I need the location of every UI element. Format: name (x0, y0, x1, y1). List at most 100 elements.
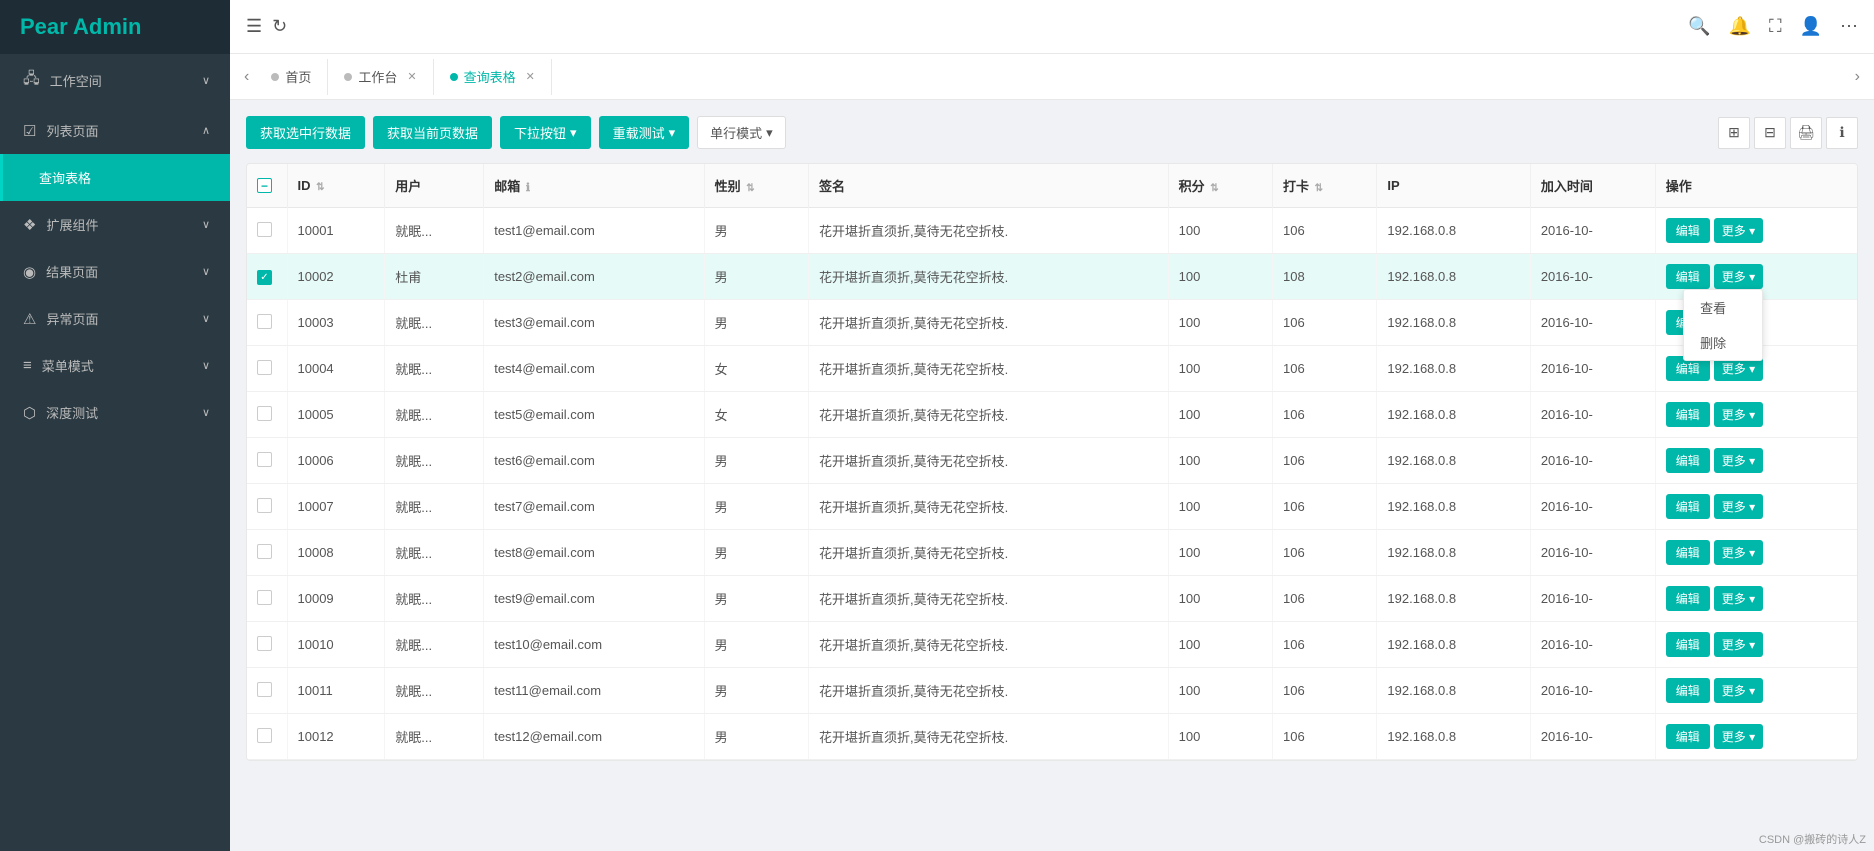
row-gender: 男 (704, 530, 808, 576)
more-button[interactable]: 更多 ▾ (1714, 540, 1763, 565)
get-current-button[interactable]: 获取当前页数据 (373, 116, 492, 149)
more-icon[interactable]: ⋯ (1840, 16, 1858, 37)
row-checkbox[interactable] (257, 544, 272, 559)
sidebar-item-workspace[interactable]: 🖧 工作空间 ∨ (0, 54, 230, 107)
row-checkbox[interactable] (257, 452, 272, 467)
row-email: test11@email.com (484, 668, 704, 714)
bell-icon[interactable]: 🔔 (1729, 16, 1751, 37)
tab-close-icon[interactable]: ✕ (526, 70, 535, 83)
row-email: test7@email.com (484, 484, 704, 530)
edit-button[interactable]: 编辑 (1666, 264, 1710, 289)
row-user: 就眠... (385, 714, 484, 760)
header: ☰ ↻ 🔍 🔔 ⛶ 👤 ⋯ (230, 0, 1874, 54)
more-button[interactable]: 更多 ▾ (1714, 632, 1763, 657)
table-row: 10001就眠...test1@email.com男花开堪折直须折,莫待无花空折… (247, 208, 1857, 254)
row-id: 10002 (287, 254, 385, 300)
select-all-checkbox[interactable]: − (257, 178, 272, 193)
sidebar-item-list-page[interactable]: ☑ 列表页面 ∧ (0, 107, 230, 154)
sidebar-item-deep-test[interactable]: ⬡ 深度测试 ∨ (0, 389, 230, 436)
more-button[interactable]: 更多 ▾ (1714, 218, 1763, 243)
more-button[interactable]: 更多 ▾ (1714, 494, 1763, 519)
sidebar-item-label: 查询表格 (39, 168, 91, 187)
edit-button[interactable]: 编辑 (1666, 540, 1710, 565)
row-gender: 男 (704, 438, 808, 484)
menu-toggle-icon[interactable]: ☰ (246, 16, 262, 37)
row-checkbox[interactable] (257, 590, 272, 605)
table: − ID ⇅ 用户 邮箱 ℹ 性别 ⇅ (247, 164, 1857, 760)
row-signature: 花开堪折直须折,莫待无花空折枝. (809, 438, 1169, 484)
row-email: test6@email.com (484, 438, 704, 484)
row-checkbox[interactable] (257, 222, 272, 237)
row-checkbox[interactable] (257, 360, 272, 375)
sidebar-item-query-table[interactable]: 查询表格 (0, 154, 230, 201)
tab-close-icon[interactable]: ✕ (407, 70, 416, 83)
more-button[interactable]: 更多 ▾ (1714, 402, 1763, 427)
row-checkbox[interactable] (257, 682, 272, 697)
row-action-cell: 编辑更多 ▾ (1655, 622, 1857, 668)
sidebar-item-error-page[interactable]: ⚠ 异常页面 ∨ (0, 295, 230, 342)
print-icon[interactable]: 🖨 (1790, 117, 1822, 149)
sort-icon[interactable]: ⇅ (1315, 183, 1323, 194)
dropdown-menu-item[interactable]: 删除 (1684, 325, 1762, 360)
sidebar-item-menu-mode[interactable]: ≡ 菜单模式 ∨ (0, 342, 230, 389)
workspace-icon: 🖧 (23, 68, 40, 93)
edit-button[interactable]: 编辑 (1666, 448, 1710, 473)
row-checkbox[interactable] (257, 728, 272, 743)
row-join-time: 2016-10- (1530, 714, 1655, 760)
info-icon[interactable]: ℹ (1826, 117, 1858, 149)
dropdown-menu-item[interactable]: 查看 (1684, 290, 1762, 325)
edit-button[interactable]: 编辑 (1666, 218, 1710, 243)
row-checkbox-cell (247, 346, 287, 392)
more-button[interactable]: 更多 ▾ (1714, 724, 1763, 749)
table-row: 10008就眠...test8@email.com男花开堪折直须折,莫待无花空折… (247, 530, 1857, 576)
row-user: 就眠... (385, 622, 484, 668)
grid-view-icon[interactable]: ⊞ (1718, 117, 1750, 149)
column-settings-icon[interactable]: ⊟ (1754, 117, 1786, 149)
edit-button[interactable]: 编辑 (1666, 632, 1710, 657)
row-score: 100 (1168, 668, 1272, 714)
mode-button[interactable]: 单行模式 ▾ (697, 116, 786, 149)
edit-button[interactable]: 编辑 (1666, 724, 1710, 749)
tab-query-table[interactable]: 查询表格 ✕ (434, 59, 552, 95)
tabs-next-button[interactable]: › (1849, 68, 1866, 86)
row-checkbox[interactable] (257, 406, 272, 421)
row-id: 10011 (287, 668, 385, 714)
header-checkbox-cell[interactable]: − (247, 164, 287, 208)
row-checkbox-cell (247, 484, 287, 530)
extension-icon: ❖ (23, 216, 36, 234)
reload-test-label: 重载测试 (613, 123, 665, 142)
sidebar-item-result-page[interactable]: ◉ 结果页面 ∨ (0, 248, 230, 295)
more-button[interactable]: 更多 ▾ (1714, 586, 1763, 611)
edit-button[interactable]: 编辑 (1666, 494, 1710, 519)
sort-icon[interactable]: ⇅ (746, 183, 754, 194)
search-icon[interactable]: 🔍 (1688, 16, 1710, 37)
reload-test-button[interactable]: 重载测试 ▾ (599, 116, 690, 149)
user-icon[interactable]: 👤 (1800, 16, 1822, 37)
tab-workspace[interactable]: 工作台 ✕ (328, 59, 433, 95)
row-checkbox[interactable] (257, 314, 272, 329)
more-button[interactable]: 更多 ▾ (1714, 678, 1763, 703)
edit-button[interactable]: 编辑 (1666, 678, 1710, 703)
dropdown-button[interactable]: 下拉按钮 ▾ (500, 116, 591, 149)
edit-button[interactable]: 编辑 (1666, 402, 1710, 427)
tab-dot (450, 73, 458, 81)
refresh-icon[interactable]: ↻ (272, 16, 287, 37)
fullscreen-icon[interactable]: ⛶ (1769, 16, 1782, 37)
get-selected-button[interactable]: 获取选中行数据 (246, 116, 365, 149)
email-info-icon[interactable]: ℹ (526, 182, 530, 194)
row-checkbox[interactable] (257, 498, 272, 513)
more-button[interactable]: 更多 ▾ (1714, 264, 1763, 289)
sidebar-item-extension[interactable]: ❖ 扩展组件 ∨ (0, 201, 230, 248)
row-checkbox[interactable]: ✓ (257, 270, 272, 285)
row-email: test8@email.com (484, 530, 704, 576)
tab-home[interactable]: 首页 (255, 59, 328, 95)
row-ip: 192.168.0.8 (1377, 346, 1530, 392)
row-checkbox[interactable] (257, 636, 272, 651)
edit-button[interactable]: 编辑 (1666, 586, 1710, 611)
sort-icon[interactable]: ⇅ (1210, 183, 1218, 194)
row-email: test4@email.com (484, 346, 704, 392)
action-cell: 编辑更多 ▾ (1666, 724, 1847, 749)
sort-icon[interactable]: ⇅ (316, 182, 324, 193)
more-button[interactable]: 更多 ▾ (1714, 448, 1763, 473)
tabs-prev-button[interactable]: ‹ (238, 68, 255, 86)
